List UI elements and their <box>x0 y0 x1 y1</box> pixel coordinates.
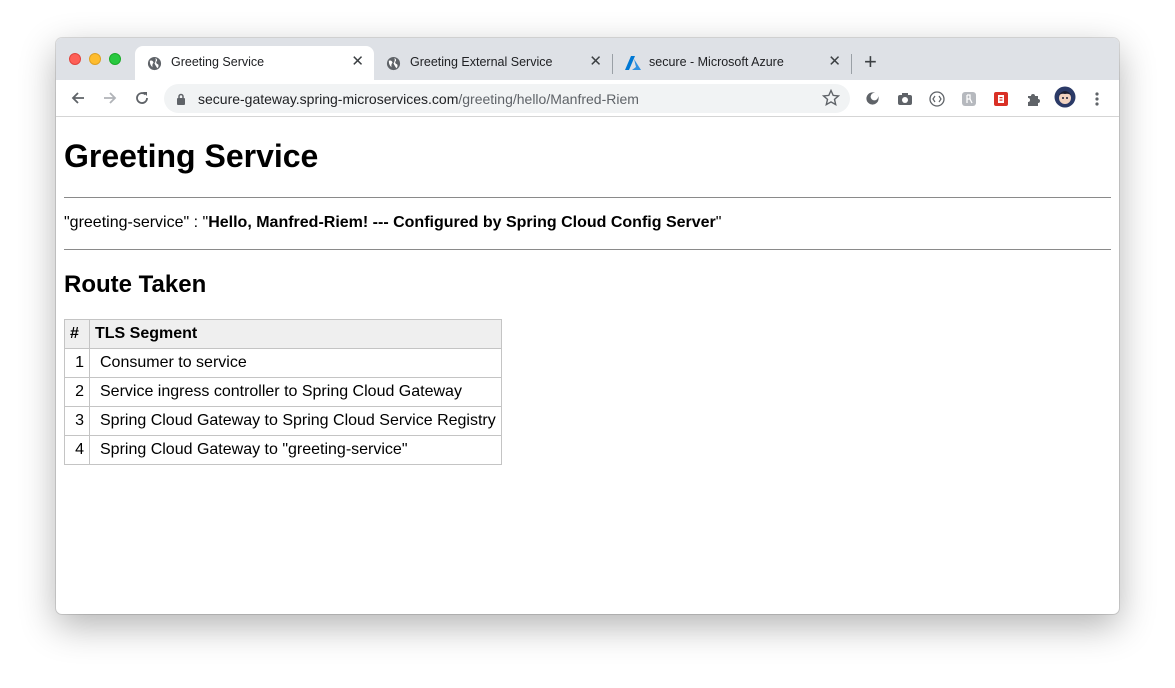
reload-button[interactable] <box>131 87 153 109</box>
tab-title: Greeting Service <box>171 55 265 69</box>
table-header-row: # TLS Segment <box>64 319 502 349</box>
reader-extension-icon[interactable] <box>960 90 977 107</box>
row-segment: Spring Cloud Gateway to "greeting-servic… <box>89 435 502 465</box>
tab-strip: Greeting Service ✕ Greeting External Ser… <box>56 38 1119 80</box>
tab-greeting-external-service[interactable]: Greeting External Service ✕ <box>374 46 612 80</box>
row-number: 4 <box>64 435 90 465</box>
row-segment: Consumer to service <box>89 348 502 378</box>
maximize-window-button[interactable] <box>109 53 121 65</box>
close-window-button[interactable] <box>69 53 81 65</box>
code-extension-icon[interactable] <box>928 90 945 107</box>
divider <box>64 197 1111 198</box>
row-number: 1 <box>64 348 90 378</box>
column-header-tls-segment: TLS Segment <box>89 319 502 349</box>
page-title: Greeting Service <box>64 138 319 174</box>
bookmark-star-icon[interactable] <box>821 88 841 112</box>
profile-avatar-icon[interactable] <box>1054 86 1076 108</box>
table-row: 4 Spring Cloud Gateway to "greeting-serv… <box>64 435 502 465</box>
azure-icon <box>625 56 641 71</box>
camera-extension-icon[interactable] <box>896 90 913 107</box>
route-heading: Route Taken <box>64 271 207 298</box>
forward-button[interactable] <box>99 87 121 109</box>
result-key: "greeting-service" : " <box>64 214 209 231</box>
tab-title: Greeting External Service <box>410 55 553 69</box>
row-segment: Service ingress controller to Spring Clo… <box>89 377 502 407</box>
url-path: /greeting/hello/Manfred-Riem <box>458 91 639 107</box>
result-value: Hello, Manfred-Riem! --- Configured by S… <box>208 214 716 231</box>
row-number: 2 <box>64 377 90 407</box>
close-tab-icon[interactable]: ✕ <box>351 54 364 70</box>
tab-secure-microsoft-azure[interactable]: secure - Microsoft Azure ✕ <box>613 46 851 80</box>
close-tab-icon[interactable]: ✕ <box>828 54 841 70</box>
browser-toolbar: secure-gateway.spring-microservices.com/… <box>56 80 1119 117</box>
row-segment: Spring Cloud Gateway to Spring Cloud Ser… <box>89 406 502 436</box>
puzzle-extensions-icon[interactable] <box>1024 90 1041 107</box>
arrow-right-icon <box>104 92 117 104</box>
pdf-extension-icon[interactable] <box>992 90 1009 107</box>
tab-title: secure - Microsoft Azure <box>649 55 784 69</box>
divider <box>64 249 1111 250</box>
table-row: 3 Spring Cloud Gateway to Spring Cloud S… <box>64 406 502 436</box>
lock-icon[interactable] <box>176 92 186 110</box>
globe-icon <box>386 56 401 71</box>
tab-separator <box>851 54 852 74</box>
url-text[interactable]: secure-gateway.spring-microservices.com/… <box>198 91 639 107</box>
minimize-window-button[interactable] <box>89 53 101 65</box>
new-tab-button[interactable]: + <box>864 51 877 73</box>
url-host: secure-gateway.spring-microservices.com <box>198 91 459 107</box>
result-end-quote: " <box>715 214 722 231</box>
column-header-number: # <box>64 319 90 349</box>
tab-greeting-service[interactable]: Greeting Service ✕ <box>135 46 374 80</box>
browser-window: Greeting Service ✕ Greeting External Ser… <box>56 38 1119 614</box>
reload-icon <box>136 92 148 104</box>
arrow-left-icon <box>71 92 84 104</box>
table-row: 2 Service ingress controller to Spring C… <box>64 377 502 407</box>
row-number: 3 <box>64 406 90 436</box>
table-row: 1 Consumer to service <box>64 348 502 378</box>
greeting-result: "greeting-service" : "Hello, Manfred-Rie… <box>64 214 721 232</box>
address-bar[interactable]: secure-gateway.spring-microservices.com/… <box>164 84 850 113</box>
route-table: # TLS Segment 1 Consumer to service 2 Se… <box>64 319 502 465</box>
globe-icon <box>147 56 162 71</box>
close-tab-icon[interactable]: ✕ <box>589 54 602 70</box>
more-menu-icon[interactable] <box>1088 90 1105 107</box>
dark-mode-extension-icon[interactable] <box>864 90 881 107</box>
back-button[interactable] <box>67 87 89 109</box>
